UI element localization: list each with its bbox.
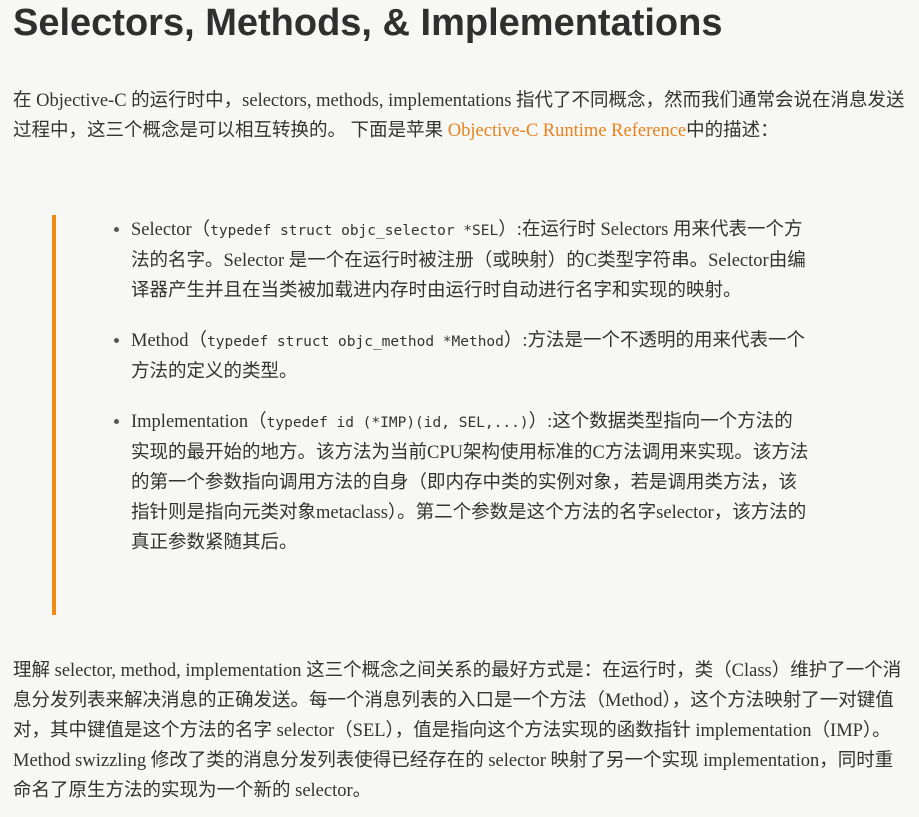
open-paren: （ <box>188 331 208 351</box>
page-title: Selectors, Methods, & Implementations <box>13 2 723 44</box>
definition-term: Implementation <box>131 412 249 432</box>
type-code: typedef id (*IMP)(id, SEL,...) <box>266 415 529 431</box>
close-paren: ） <box>498 220 517 240</box>
definition-term: Method <box>131 331 189 351</box>
definition-description: :这个数据类型指向一个方法的实现的最开始的地方。该方法为当前CPU架构使用标准的… <box>131 412 809 553</box>
definitions-list: Selector（typedef struct objc_selector *S… <box>96 215 811 578</box>
open-paren: （ <box>191 220 211 240</box>
intro-text-end: 中的描述： <box>686 121 779 141</box>
close-paren: ） <box>528 412 548 432</box>
definition-method: Method（typedef struct objc_method *Metho… <box>131 326 811 387</box>
type-code: typedef struct objc_method *Method <box>207 334 504 350</box>
definition-term: Selector <box>131 220 192 240</box>
open-paren: （ <box>248 412 267 432</box>
definition-selector: Selector（typedef struct objc_selector *S… <box>131 215 811 306</box>
close-paren: ） <box>503 331 523 351</box>
intro-paragraph: 在 Objective-C 的运行时中，selectors, methods, … <box>13 86 905 146</box>
summary-paragraph: 理解 selector, method, implementation 这三个概… <box>13 661 902 801</box>
type-code: typedef struct objc_selector *SEL <box>210 223 499 239</box>
blockquote-border <box>52 215 56 615</box>
runtime-reference-link[interactable]: Objective-C Runtime Reference <box>448 121 686 141</box>
article: Selectors, Methods, & Implementations 在 … <box>0 0 919 817</box>
definition-implementation: Implementation（typedef id (*IMP)(id, SEL… <box>131 407 811 558</box>
